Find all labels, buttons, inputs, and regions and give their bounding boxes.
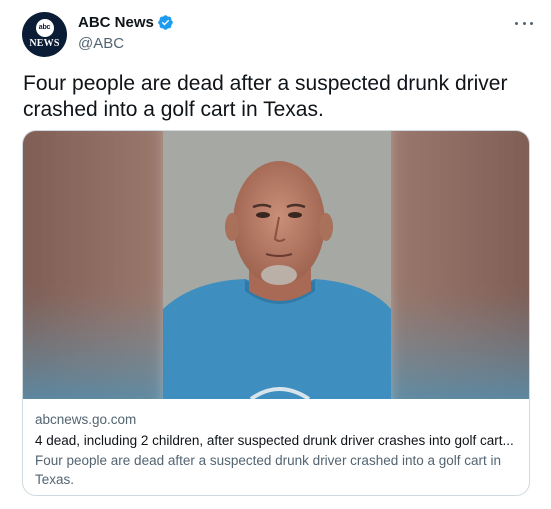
author-name-row[interactable]: ABC News — [78, 14, 174, 31]
author-avatar[interactable]: abc NEWS — [22, 12, 67, 57]
verified-badge-icon — [157, 14, 174, 31]
card-image[interactable] — [23, 131, 529, 399]
more-icon[interactable] — [515, 14, 533, 32]
card-meta: abcnews.go.com 4 dead, including 2 child… — [35, 410, 519, 489]
card-domain: abcnews.go.com — [35, 412, 137, 427]
link-card[interactable]: abcnews.go.com 4 dead, including 2 child… — [22, 130, 530, 496]
tweet: abc NEWS ABC News @ABC Four people are d… — [0, 0, 551, 509]
author-handle[interactable]: @ABC — [78, 35, 124, 52]
card-description: Four people are dead after a suspected d… — [35, 453, 502, 487]
avatar-logo-text: NEWS — [29, 37, 60, 49]
card-title: 4 dead, including 2 children, after susp… — [35, 433, 514, 448]
avatar-logo-circle: abc — [35, 18, 54, 37]
author-display-name[interactable]: ABC News — [78, 14, 154, 31]
tweet-text: Four people are dead after a suspected d… — [23, 72, 508, 121]
